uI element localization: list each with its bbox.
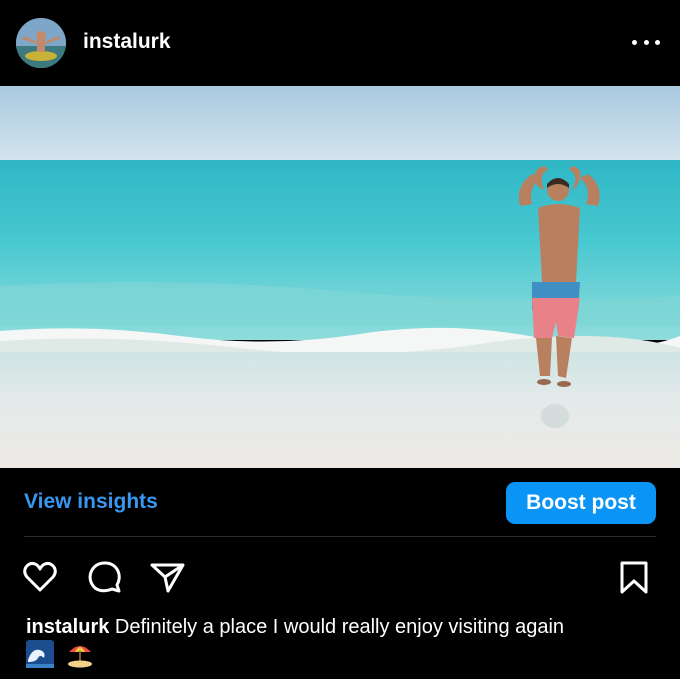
share-icon[interactable] (148, 558, 186, 596)
post-header: instalurk (0, 0, 680, 86)
avatar[interactable] (16, 18, 66, 68)
more-options-icon[interactable] (632, 32, 660, 52)
post-photo[interactable] (0, 86, 680, 468)
heart-icon[interactable] (21, 558, 59, 596)
dot (632, 39, 637, 45)
dot (655, 39, 660, 45)
action-bar (0, 552, 680, 600)
comment-icon[interactable] (86, 558, 124, 596)
insights-bar: View insights Boost post (0, 468, 680, 538)
divider (24, 536, 656, 537)
bookmark-icon[interactable] (615, 558, 653, 596)
caption-emojis (26, 640, 94, 668)
wave-emoji-icon (26, 640, 54, 668)
caption-text: Definitely a place I would really enjoy … (114, 616, 565, 638)
view-insights-link[interactable]: View insights (24, 490, 158, 514)
caption-username[interactable]: instalurk (26, 616, 109, 638)
beach-umbrella-emoji-icon (68, 646, 92, 668)
post-caption: instalurk Definitely a place I would rea… (26, 614, 666, 640)
post-username[interactable]: instalurk (83, 30, 171, 54)
boost-post-button[interactable]: Boost post (506, 482, 656, 524)
dot (643, 39, 649, 45)
